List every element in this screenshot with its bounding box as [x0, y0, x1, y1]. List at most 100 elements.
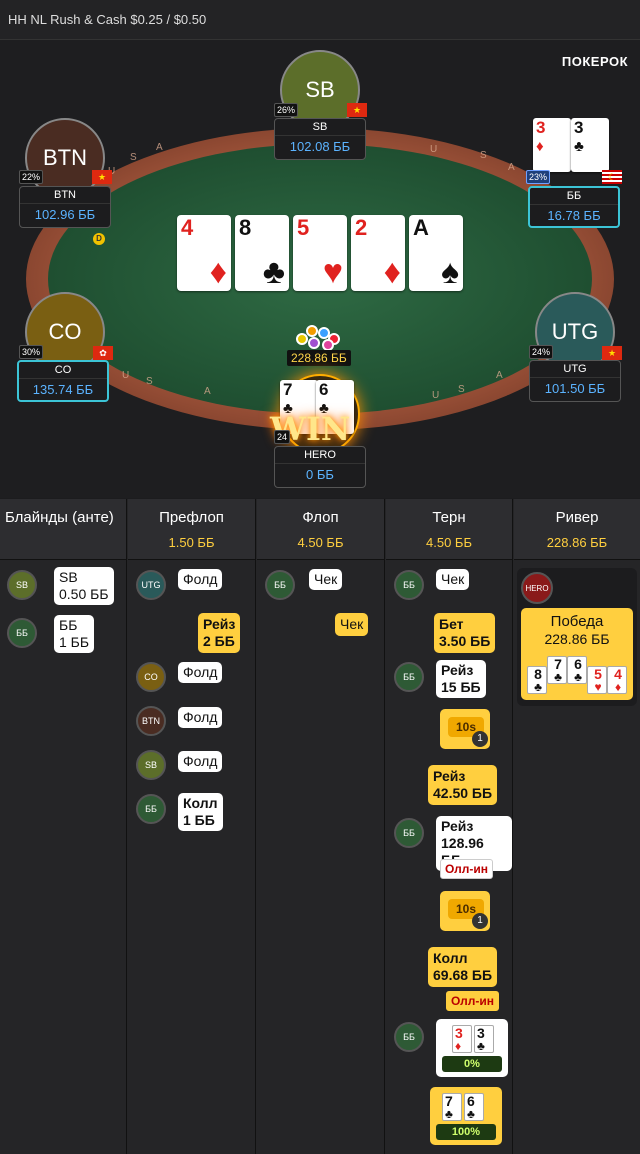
mini-card: 3 ♦	[452, 1025, 472, 1053]
spade-icon: ♠	[440, 253, 459, 291]
action-label: SB	[59, 569, 78, 585]
rail-letter: S	[130, 152, 137, 163]
card-rank: 7	[445, 1093, 453, 1109]
player-badge: SB	[136, 750, 166, 780]
pot-chips-icon	[296, 323, 346, 351]
player-badge: UTG	[136, 570, 166, 600]
action-bubble: Фолд	[178, 707, 223, 728]
street-title: Терн	[432, 509, 466, 526]
card-rank: 5	[594, 666, 602, 682]
action-amount: 1 ББ	[59, 634, 90, 650]
hero-action-bubble: Рейз 42.50 ББ	[428, 765, 498, 805]
action-bubble: SB 0.50 ББ	[54, 567, 114, 605]
seat-hero-plate[interactable]: HERO 0 ББ	[274, 446, 366, 488]
seat-stack: 102.08 ББ	[289, 139, 351, 154]
club-icon: ♣	[262, 253, 285, 291]
action-bubble: Рейз 15 ББ	[436, 660, 486, 698]
card-rank: 8	[239, 215, 252, 240]
action-label: Рейз	[203, 616, 236, 632]
hero-action-bubble: Чек	[335, 613, 369, 636]
action-label: ББ	[59, 617, 78, 633]
club-icon: ♣	[574, 670, 582, 684]
player-badge: ББ	[394, 1022, 424, 1052]
seat-name: UTG	[530, 361, 620, 378]
action-bubble: ББ 1 ББ	[54, 615, 95, 653]
diamond-icon: ♦	[536, 138, 544, 155]
card-rank: 4	[181, 215, 194, 240]
action-label: Колл	[433, 950, 468, 966]
card-rank: 3	[477, 1025, 485, 1041]
mini-card: 6 ♣	[567, 656, 587, 684]
street-header: Блайнды (анте)	[0, 499, 126, 560]
action-amount: 42.50 ББ	[433, 785, 493, 801]
poker-table-area: ПОКЕРОК U S A U S A U S A U S A 4♦ 8♣ 5♥…	[0, 40, 640, 498]
board-card: 2 ♦	[351, 215, 405, 291]
pot-amount: 228.86 ББ	[287, 350, 351, 366]
vpip-badge: 24%	[529, 345, 554, 359]
card-rank: 3	[574, 118, 584, 137]
hero-action-bubble: Бет 3.50 ББ	[434, 613, 496, 653]
action-bubble: Фолд	[178, 569, 223, 590]
rail-letter: U	[432, 390, 440, 401]
seat-name: HERO	[275, 447, 365, 464]
action-amount: 69.68 ББ	[433, 967, 493, 983]
hero-result-panel: HERO Победа 228.86 ББ 8 ♣ 7 ♣ 6 ♣ 5 ♥ 4 ♦	[517, 568, 637, 706]
equity-percent: 100%	[436, 1124, 496, 1140]
dealer-button-icon: D	[93, 233, 105, 245]
win-label: Победа	[550, 613, 604, 630]
seat-utg-plate[interactable]: UTG 101.50 ББ	[529, 360, 621, 402]
seat-sb-plate[interactable]: SB 102.08 ББ	[274, 118, 366, 160]
seat-name: SB	[275, 119, 365, 136]
vpip-badge: 22%	[19, 170, 44, 184]
rail-letter: A	[204, 386, 211, 397]
hand-history: Блайнды (анте) SB SB 0.50 ББ ББ ББ 1 ББ Пр…	[0, 499, 640, 1154]
seat-name: ББ	[530, 188, 618, 205]
player-badge: ББ	[265, 570, 295, 600]
mini-card: 4 ♦	[607, 666, 627, 694]
flag-icon: ★	[602, 346, 622, 360]
flag-icon: ☾	[602, 170, 622, 184]
street-title: Флоп	[302, 509, 339, 526]
rail-letter: S	[480, 150, 487, 161]
rail-letter: U	[430, 144, 438, 155]
player-badge: SB	[7, 570, 37, 600]
street-flop: Флоп 4.50 ББ ББ Чек Чек	[257, 499, 385, 1154]
timebank-count: 1	[472, 913, 488, 929]
seat-bb-plate[interactable]: ББ 16.78 ББ	[528, 186, 620, 228]
session-timebank-icon: 10s 1	[440, 709, 490, 749]
action-label: Рейз	[441, 662, 474, 678]
all-in-tag: Олл-ин	[446, 991, 500, 1011]
seat-co-plate[interactable]: CO 135.74 ББ	[17, 360, 109, 402]
street-title: Блайнды (анте)	[5, 509, 114, 526]
flag-icon: ★	[347, 103, 367, 117]
action-amount: 0.50 ББ	[59, 586, 109, 602]
card-rank: 7	[554, 656, 562, 672]
hole-card: 3 ♣	[571, 118, 609, 172]
card-rank: 7	[283, 380, 293, 399]
rail-letter: A	[508, 162, 515, 173]
board-card: 5 ♥	[293, 215, 347, 291]
street-header: Флоп 4.50 ББ	[257, 499, 384, 560]
flag-icon: ✿	[93, 346, 113, 360]
street-header: Префлоп 1.50 ББ	[128, 499, 255, 560]
player-badge: ББ	[7, 618, 37, 648]
player-badge: CO	[136, 662, 166, 692]
flag-icon: ★	[92, 170, 112, 184]
equity-box: 7 ♣ 6 ♣ 100%	[430, 1087, 502, 1145]
vpip-badge: 26%	[274, 103, 299, 117]
all-in-tag: Олл-ин	[440, 859, 494, 879]
rail-letter: U	[122, 370, 130, 381]
seat-stack: 102.96 ББ	[34, 207, 96, 222]
vpip-badge: 23%	[526, 170, 551, 184]
action-bubble: Чек	[436, 569, 470, 590]
vpip-badge: 24	[274, 430, 291, 444]
win-amount: 228.86 ББ	[544, 631, 610, 647]
vpip-badge: 30%	[19, 345, 44, 359]
seat-stack: 135.74 ББ	[32, 382, 94, 397]
mini-card: 7 ♣	[547, 656, 567, 684]
seat-btn-plate[interactable]: BTN 102.96 ББ	[19, 186, 111, 228]
seat-stack: 16.78 ББ	[547, 208, 601, 223]
rail-letter: S	[458, 384, 465, 395]
seat-stack: 0 ББ	[306, 467, 334, 482]
board-card: 4 ♦	[177, 215, 231, 291]
